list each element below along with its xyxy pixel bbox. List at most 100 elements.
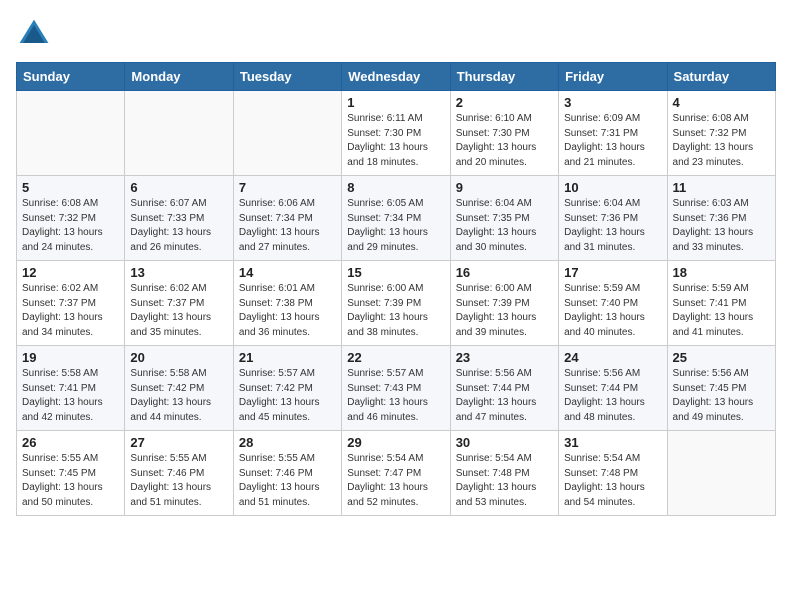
calendar-cell: 1 Sunrise: 6:11 AM Sunset: 7:30 PM Daylig…	[342, 91, 450, 176]
day-info: Sunrise: 6:00 AM Sunset: 7:39 PM Dayligh…	[456, 282, 553, 340]
calendar-cell: 18 Sunrise: 5:59 AM Sunset: 7:41 PM Dayli…	[667, 261, 775, 346]
day-info: Sunrise: 6:00 AM Sunset: 7:39 PM Dayligh…	[347, 282, 444, 340]
day-number: 29	[347, 435, 444, 450]
day-number: 15	[347, 265, 444, 280]
day-info: Sunrise: 5:57 AM Sunset: 7:42 PM Dayligh…	[239, 367, 336, 425]
calendar-cell: 2Sunrise: 6:10 AM Sunset: 7:30 PM Daylig…	[450, 91, 558, 176]
day-info: Sunrise: 6:04 AM Sunset: 7:35 PM Dayligh…	[456, 197, 553, 255]
calendar-cell	[233, 91, 341, 176]
day-info: Sunrise: 5:58 AM Sunset: 7:41 PM Dayligh…	[22, 367, 119, 425]
calendar-cell: 25Sunrise: 5:56 AM Sunset: 7:45 PM Dayli…	[667, 346, 775, 431]
day-info: Sunrise: 6:08 AM Sunset: 7:32 PM Dayligh…	[22, 197, 119, 255]
calendar-cell: 23Sunrise: 5:56 AM Sunset: 7:44 PM Dayli…	[450, 346, 558, 431]
day-number: 14	[239, 265, 336, 280]
day-info: Sunrise: 6:06 AM Sunset: 7:34 PM Dayligh…	[239, 197, 336, 255]
day-number: 5	[22, 180, 119, 195]
calendar-cell	[17, 91, 125, 176]
calendar-cell: 24 Sunrise: 5:56 AM Sunset: 7:44 PM Dayli…	[559, 346, 667, 431]
day-info: Sunrise: 5:55 AM Sunset: 7:45 PM Dayligh…	[22, 452, 119, 510]
day-info: Sunrise: 6:01 AM Sunset: 7:38 PM Dayligh…	[239, 282, 336, 340]
day-number: 4	[673, 95, 770, 110]
day-number: 28	[239, 435, 336, 450]
calendar-cell	[667, 431, 775, 516]
day-number: 11	[673, 180, 770, 195]
calendar-cell: 22 Sunrise: 5:57 AM Sunset: 7:43 PM Dayli…	[342, 346, 450, 431]
calendar-table: SundayMondayTuesdayWednesdayThursdayFrid…	[16, 62, 776, 516]
day-number: 7	[239, 180, 336, 195]
day-info: Sunrise: 6:02 AM Sunset: 7:37 PM Dayligh…	[22, 282, 119, 340]
day-number: 3	[564, 95, 661, 110]
week-row-5: 26 Sunrise: 5:55 AM Sunset: 7:45 PM Dayli…	[17, 431, 776, 516]
logo-icon	[16, 16, 52, 52]
day-number: 17	[564, 265, 661, 280]
weekday-header-sunday: Sunday	[17, 63, 125, 91]
weekday-header-saturday: Saturday	[667, 63, 775, 91]
week-row-3: 12 Sunrise: 6:02 AM Sunset: 7:37 PM Dayli…	[17, 261, 776, 346]
day-number: 12	[22, 265, 119, 280]
day-number: 20	[130, 350, 227, 365]
day-info: Sunrise: 6:03 AM Sunset: 7:36 PM Dayligh…	[673, 197, 770, 255]
calendar-cell: 7 Sunrise: 6:06 AM Sunset: 7:34 PM Daylig…	[233, 176, 341, 261]
weekday-header-thursday: Thursday	[450, 63, 558, 91]
calendar-cell: 27Sunrise: 5:55 AM Sunset: 7:46 PM Dayli…	[125, 431, 233, 516]
calendar-cell: 14 Sunrise: 6:01 AM Sunset: 7:38 PM Dayli…	[233, 261, 341, 346]
calendar-cell: 11 Sunrise: 6:03 AM Sunset: 7:36 PM Dayli…	[667, 176, 775, 261]
calendar-cell: 5 Sunrise: 6:08 AM Sunset: 7:32 PM Daylig…	[17, 176, 125, 261]
calendar-cell: 9 Sunrise: 6:04 AM Sunset: 7:35 PM Daylig…	[450, 176, 558, 261]
weekday-header-monday: Monday	[125, 63, 233, 91]
day-info: Sunrise: 5:56 AM Sunset: 7:44 PM Dayligh…	[564, 367, 661, 425]
calendar-cell: 31 Sunrise: 5:54 AM Sunset: 7:48 PM Dayli…	[559, 431, 667, 516]
day-number: 8	[347, 180, 444, 195]
weekday-header-row: SundayMondayTuesdayWednesdayThursdayFrid…	[17, 63, 776, 91]
day-number: 10	[564, 180, 661, 195]
day-number: 2	[456, 95, 553, 110]
calendar-cell: 13Sunrise: 6:02 AM Sunset: 7:37 PM Dayli…	[125, 261, 233, 346]
day-info: Sunrise: 6:02 AM Sunset: 7:37 PM Dayligh…	[130, 282, 227, 340]
calendar-cell: 8Sunrise: 6:05 AM Sunset: 7:34 PM Daylig…	[342, 176, 450, 261]
calendar-cell: 10 Sunrise: 6:04 AM Sunset: 7:36 PM Dayli…	[559, 176, 667, 261]
day-info: Sunrise: 5:58 AM Sunset: 7:42 PM Dayligh…	[130, 367, 227, 425]
day-number: 31	[564, 435, 661, 450]
calendar-cell: 19 Sunrise: 5:58 AM Sunset: 7:41 PM Dayli…	[17, 346, 125, 431]
day-info: Sunrise: 6:09 AM Sunset: 7:31 PM Dayligh…	[564, 112, 661, 170]
day-info: Sunrise: 5:54 AM Sunset: 7:48 PM Dayligh…	[564, 452, 661, 510]
logo	[16, 16, 58, 52]
calendar-cell	[125, 91, 233, 176]
day-info: Sunrise: 5:56 AM Sunset: 7:44 PM Dayligh…	[456, 367, 553, 425]
day-info: Sunrise: 6:11 AM Sunset: 7:30 PM Dayligh…	[347, 112, 444, 170]
calendar-cell: 6 Sunrise: 6:07 AM Sunset: 7:33 PM Daylig…	[125, 176, 233, 261]
calendar-cell: 28 Sunrise: 5:55 AM Sunset: 7:46 PM Dayli…	[233, 431, 341, 516]
day-number: 26	[22, 435, 119, 450]
day-number: 1	[347, 95, 444, 110]
day-info: Sunrise: 5:54 AM Sunset: 7:48 PM Dayligh…	[456, 452, 553, 510]
day-info: Sunrise: 6:04 AM Sunset: 7:36 PM Dayligh…	[564, 197, 661, 255]
calendar-cell: 3 Sunrise: 6:09 AM Sunset: 7:31 PM Daylig…	[559, 91, 667, 176]
calendar-cell: 21Sunrise: 5:57 AM Sunset: 7:42 PM Dayli…	[233, 346, 341, 431]
day-number: 16	[456, 265, 553, 280]
calendar-cell: 30Sunrise: 5:54 AM Sunset: 7:48 PM Dayli…	[450, 431, 558, 516]
calendar-cell: 26 Sunrise: 5:55 AM Sunset: 7:45 PM Dayli…	[17, 431, 125, 516]
weekday-header-wednesday: Wednesday	[342, 63, 450, 91]
calendar-cell: 15 Sunrise: 6:00 AM Sunset: 7:39 PM Dayli…	[342, 261, 450, 346]
day-number: 24	[564, 350, 661, 365]
day-number: 22	[347, 350, 444, 365]
day-number: 18	[673, 265, 770, 280]
calendar-cell: 12 Sunrise: 6:02 AM Sunset: 7:37 PM Dayli…	[17, 261, 125, 346]
calendar-cell: 4Sunrise: 6:08 AM Sunset: 7:32 PM Daylig…	[667, 91, 775, 176]
header	[16, 16, 776, 52]
day-info: Sunrise: 5:59 AM Sunset: 7:40 PM Dayligh…	[564, 282, 661, 340]
day-info: Sunrise: 6:07 AM Sunset: 7:33 PM Dayligh…	[130, 197, 227, 255]
day-info: Sunrise: 5:55 AM Sunset: 7:46 PM Dayligh…	[239, 452, 336, 510]
day-info: Sunrise: 5:57 AM Sunset: 7:43 PM Dayligh…	[347, 367, 444, 425]
calendar-cell: 17 Sunrise: 5:59 AM Sunset: 7:40 PM Dayli…	[559, 261, 667, 346]
day-number: 6	[130, 180, 227, 195]
weekday-header-tuesday: Tuesday	[233, 63, 341, 91]
day-number: 27	[130, 435, 227, 450]
weekday-header-friday: Friday	[559, 63, 667, 91]
week-row-1: 1 Sunrise: 6:11 AM Sunset: 7:30 PM Daylig…	[17, 91, 776, 176]
day-number: 9	[456, 180, 553, 195]
calendar-cell: 29Sunrise: 5:54 AM Sunset: 7:47 PM Dayli…	[342, 431, 450, 516]
calendar-cell: 16 Sunrise: 6:00 AM Sunset: 7:39 PM Dayli…	[450, 261, 558, 346]
day-info: Sunrise: 5:59 AM Sunset: 7:41 PM Dayligh…	[673, 282, 770, 340]
day-number: 19	[22, 350, 119, 365]
